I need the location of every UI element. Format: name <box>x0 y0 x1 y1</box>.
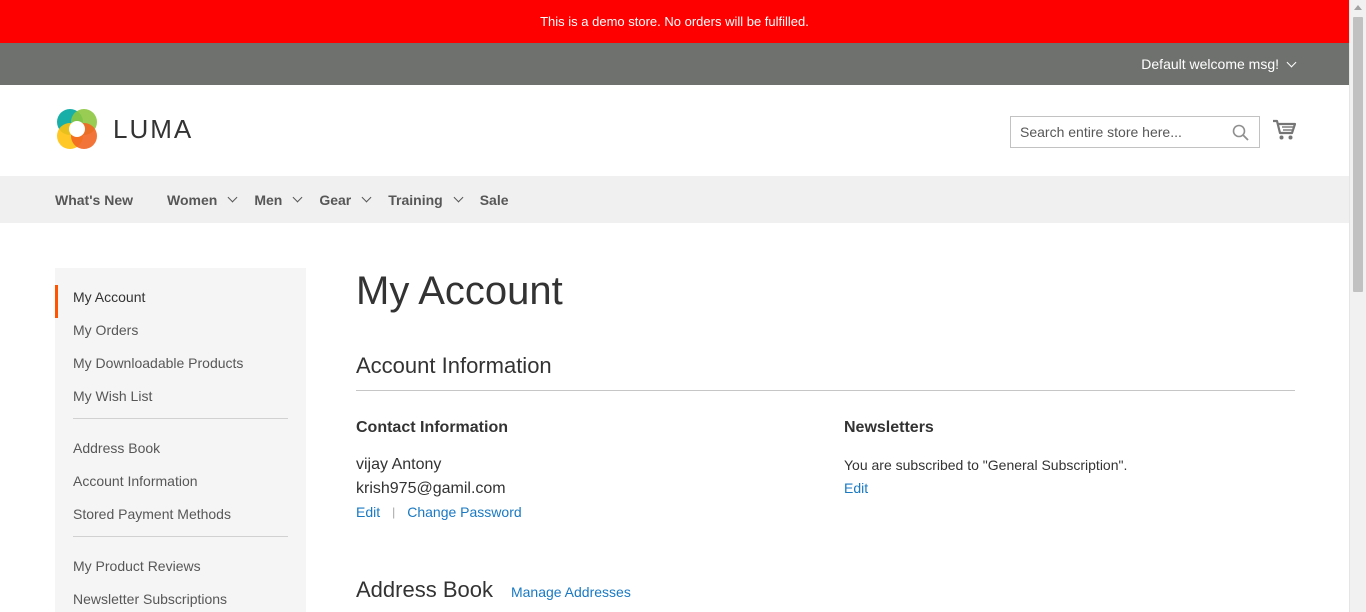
newsletters-box: Newsletters You are subscribed to "Gener… <box>844 419 1284 496</box>
page-header: LUMA <box>0 85 1349 176</box>
nav-item-label: Women <box>167 191 218 208</box>
welcome-menu[interactable]: Default welcome msg! <box>1141 43 1297 85</box>
main-content: My Account Account Information Contact I… <box>356 268 1295 602</box>
sidebar-item-label: My Account <box>73 289 146 305</box>
chevron-down-icon <box>1286 57 1297 67</box>
chevron-down-icon <box>361 192 372 203</box>
change-password-link[interactable]: Change Password <box>407 504 521 520</box>
customer-name: vijay Antony <box>356 456 442 473</box>
contact-information-title: Contact Information <box>356 419 508 436</box>
main-navigation: What's New Women Men Gear Training Sale <box>0 176 1349 223</box>
nav-item-label: What's New <box>55 191 134 208</box>
page-title: My Account <box>356 269 563 313</box>
logo-text: LUMA <box>113 113 194 144</box>
nav-item-label: Training <box>388 191 443 208</box>
sidebar-divider <box>73 536 288 537</box>
sidebar-item-wish-list[interactable]: My Wish List <box>55 384 306 417</box>
sidebar-item-newsletter-subscriptions[interactable]: Newsletter Subscriptions <box>55 587 306 612</box>
contact-information-box: Contact Information vijay Antony krish97… <box>356 419 796 520</box>
edit-contact-link[interactable]: Edit <box>356 504 380 520</box>
nav-item-women[interactable]: Women <box>167 191 238 208</box>
sidebar-item-account-information[interactable]: Account Information <box>55 469 306 502</box>
nav-item-training[interactable]: Training <box>388 191 464 208</box>
newsletter-status: You are subscribed to "General Subscript… <box>844 457 1128 473</box>
chevron-down-icon <box>227 192 238 203</box>
nav-item-men[interactable]: Men <box>254 191 303 208</box>
sidebar-item-downloadable-products[interactable]: My Downloadable Products <box>55 351 306 384</box>
sidebar-item-label: My Downloadable Products <box>73 355 244 371</box>
sidebar-divider <box>73 418 288 419</box>
scrollbar-thumb[interactable] <box>1353 17 1363 292</box>
address-book-title: Address Book <box>356 577 493 602</box>
search-box <box>1010 116 1260 148</box>
panel-header: Default welcome msg! <box>0 43 1349 85</box>
logo[interactable]: LUMA <box>55 107 193 151</box>
sidebar-item-label: My Orders <box>73 322 139 338</box>
nav-item-gear[interactable]: Gear <box>319 191 372 208</box>
nav-item-label: Men <box>254 191 283 208</box>
sidebar-item-stored-payment-methods[interactable]: Stored Payment Methods <box>55 502 306 535</box>
chevron-down-icon <box>453 192 464 203</box>
customer-email: krish975@gamil.com <box>356 480 506 497</box>
nav-item-label: Gear <box>319 191 352 208</box>
nav-item-label: Sale <box>479 191 509 208</box>
search-input[interactable] <box>1011 117 1226 147</box>
page-scrollbar[interactable] <box>1349 0 1366 612</box>
edit-newsletters-link[interactable]: Edit <box>844 480 868 496</box>
demo-store-notice: This is a demo store. No orders will be … <box>0 0 1349 43</box>
welcome-text: Default welcome msg! <box>1141 56 1279 72</box>
sidebar-item-my-account[interactable]: My Account <box>55 285 306 318</box>
sidebar-item-label: My Wish List <box>73 388 153 404</box>
scroll-up-arrow-icon[interactable] <box>1354 5 1362 10</box>
chevron-down-icon <box>292 192 303 203</box>
sidebar-item-label: Account Information <box>73 473 198 489</box>
sidebar-item-label: Newsletter Subscriptions <box>73 591 228 607</box>
account-information-title: Account Information <box>356 353 1295 391</box>
cart-icon[interactable] <box>1272 119 1296 141</box>
sidebar-item-label: Address Book <box>73 440 161 456</box>
address-book-header: Address Book Manage Addresses <box>356 577 631 603</box>
sidebar-item-my-orders[interactable]: My Orders <box>55 318 306 351</box>
newsletters-title: Newsletters <box>844 419 934 436</box>
link-separator: | <box>392 505 396 519</box>
manage-addresses-link[interactable]: Manage Addresses <box>511 584 631 600</box>
nav-item-whats-new[interactable]: What's New <box>55 192 133 208</box>
search-icon[interactable] <box>1232 124 1249 141</box>
nav-item-sale[interactable]: Sale <box>480 192 509 208</box>
sidebar-item-label: My Product Reviews <box>73 558 201 574</box>
sidebar-item-product-reviews[interactable]: My Product Reviews <box>55 554 306 587</box>
account-sidebar: My Account My Orders My Downloadable Pro… <box>55 268 306 612</box>
sidebar-item-address-book[interactable]: Address Book <box>55 436 306 469</box>
sidebar-item-label: Stored Payment Methods <box>73 506 231 522</box>
luma-logo-icon <box>57 109 97 149</box>
